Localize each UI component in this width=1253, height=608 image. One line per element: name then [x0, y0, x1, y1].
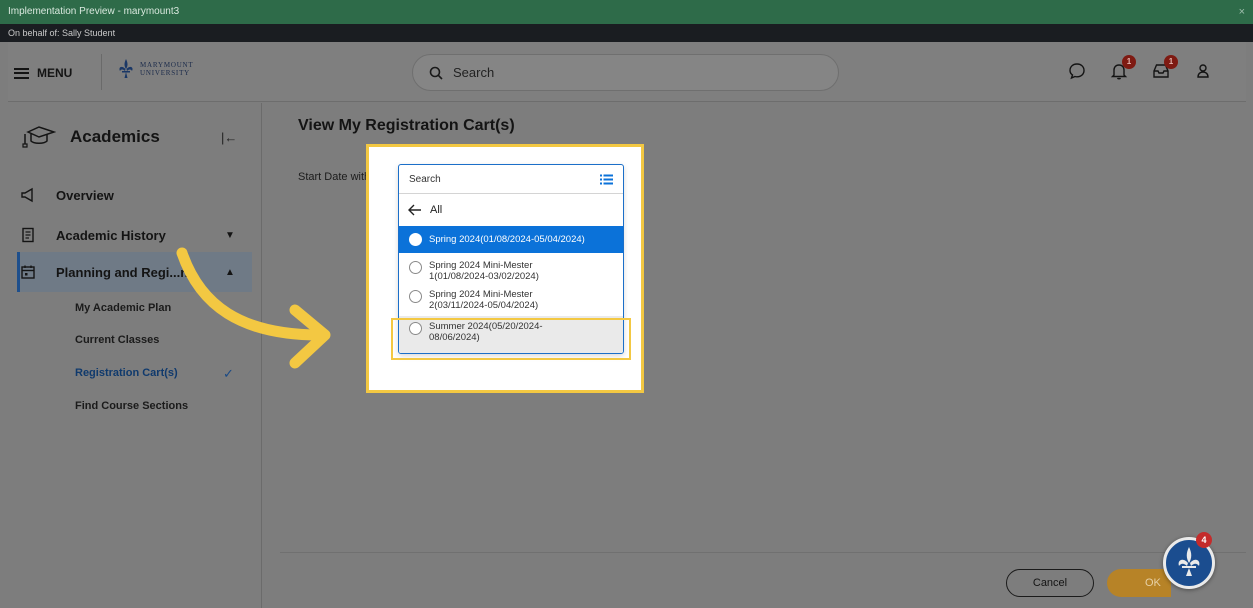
- start-date-dropdown: Search All Spring 2024(01/08/2024-05/04/…: [398, 164, 624, 354]
- option-spring-mini-mester-2[interactable]: Spring 2024 Mini-Mester 2(03/11/2024-05/…: [399, 286, 623, 316]
- option-spring-2024[interactable]: Spring 2024(01/08/2024-05/04/2024): [399, 226, 623, 253]
- hamburger-icon: [14, 67, 29, 79]
- menu-button[interactable]: MENU: [14, 62, 72, 84]
- app-header: MENU MARYMOUNT UNIVERSITY Search 1 1: [8, 42, 1246, 102]
- search-placeholder: Search: [453, 65, 495, 80]
- radio-icon: [409, 322, 422, 335]
- chat-bubble-icon: [1069, 63, 1085, 80]
- option-label-line2: 2(03/11/2024-05/04/2024): [429, 300, 539, 311]
- list-icon[interactable]: [600, 174, 613, 185]
- arrow-left-icon: [408, 204, 421, 216]
- cancel-button[interactable]: Cancel: [1006, 569, 1094, 597]
- dropdown-search-placeholder: Search: [409, 173, 441, 185]
- option-label: Summer 2024(05/20/2024- 08/06/2024): [429, 321, 543, 343]
- sidebar-subitem-find-course-sections[interactable]: Find Course Sections: [75, 400, 188, 412]
- sidebar-subitem-my-academic-plan[interactable]: My Academic Plan: [75, 302, 171, 314]
- option-label-line1: Spring 2024 Mini-Mester: [429, 289, 533, 300]
- logo-line-2: UNIVERSITY: [140, 69, 190, 77]
- notifications-badge: 1: [1122, 55, 1136, 69]
- option-label-line1: Spring 2024 Mini-Mester: [429, 260, 533, 271]
- calendar-icon: [21, 265, 35, 279]
- notifications-button[interactable]: 1: [1108, 55, 1136, 86]
- megaphone-icon: [21, 187, 33, 203]
- logo-line-1: MARYMOUNT: [140, 61, 194, 69]
- option-label: Spring 2024 Mini-Mester 1(01/08/2024-03/…: [429, 260, 539, 282]
- radio-icon: [409, 261, 422, 274]
- fleur-de-lis-icon: [119, 59, 133, 78]
- radio-selected-icon: [409, 233, 422, 246]
- sidebar-item-academic-history[interactable]: Academic History ▼: [20, 227, 235, 243]
- page-title: View My Registration Cart(s): [298, 117, 515, 134]
- sidebar-item-label: Overview: [56, 187, 114, 203]
- collapse-sidebar-icon[interactable]: |←: [221, 130, 237, 145]
- option-label-line2: 1(01/08/2024-03/02/2024): [429, 271, 539, 282]
- option-label-line2: 08/06/2024): [429, 332, 480, 343]
- ok-button[interactable]: OK: [1107, 569, 1171, 597]
- sidebar-title: Academics: [70, 127, 160, 146]
- radio-icon: [409, 290, 422, 303]
- inbox-button[interactable]: 1: [1150, 55, 1178, 86]
- option-label: Spring 2024 Mini-Mester 2(03/11/2024-05/…: [429, 289, 538, 311]
- inbox-badge: 1: [1164, 55, 1178, 69]
- global-search-input[interactable]: Search: [412, 54, 839, 91]
- back-all-label: All: [430, 204, 443, 216]
- search-icon: [429, 66, 443, 80]
- window-titlebar: Implementation Preview - marymount3 ×: [0, 0, 1253, 24]
- footer-divider: [280, 552, 1246, 553]
- dropdown-search-input[interactable]: Search: [399, 165, 623, 194]
- sidebar-header: Academics: [22, 126, 160, 148]
- dropdown-back-all[interactable]: All: [399, 194, 623, 226]
- chat-button[interactable]: [1066, 56, 1088, 86]
- on-behalf-banner: On behalf of: Sally Student: [0, 24, 1253, 42]
- user-icon: [1197, 64, 1209, 78]
- header-actions: 1 1: [1066, 55, 1214, 86]
- document-icon: [22, 227, 34, 243]
- zoom-callout: Search All Spring 2024(01/08/2024-05/04/…: [366, 144, 644, 393]
- workday-screen: Implementation Preview - marymount3 × On…: [0, 0, 1253, 608]
- profile-button[interactable]: [1192, 56, 1214, 86]
- university-logo[interactable]: MARYMOUNT UNIVERSITY: [118, 59, 193, 79]
- sidebar-subitem-registration-carts[interactable]: Registration Cart(s): [75, 367, 178, 379]
- window-title: Implementation Preview - marymount3: [8, 6, 180, 17]
- option-label-line1: Summer 2024(05/20/2024-: [429, 321, 543, 332]
- mortarboard-icon: [22, 126, 56, 148]
- option-spring-mini-mester-1[interactable]: Spring 2024 Mini-Mester 1(01/08/2024-03/…: [399, 253, 623, 286]
- menu-label: MENU: [37, 66, 73, 80]
- chevron-down-icon: ▼: [225, 229, 235, 241]
- curved-arrow-icon: [176, 247, 331, 369]
- assistant-badge: 4: [1196, 532, 1212, 548]
- header-divider: [101, 54, 102, 90]
- sidebar-item-overview[interactable]: Overview: [20, 187, 114, 203]
- close-icon[interactable]: ×: [1239, 0, 1245, 24]
- sidebar-subitem-current-classes[interactable]: Current Classes: [75, 334, 159, 346]
- sidebar-item-label: Academic History: [56, 227, 166, 243]
- option-summer-2024[interactable]: Summer 2024(05/20/2024- 08/06/2024): [399, 316, 623, 353]
- option-label: Spring 2024(01/08/2024-05/04/2024): [429, 234, 585, 245]
